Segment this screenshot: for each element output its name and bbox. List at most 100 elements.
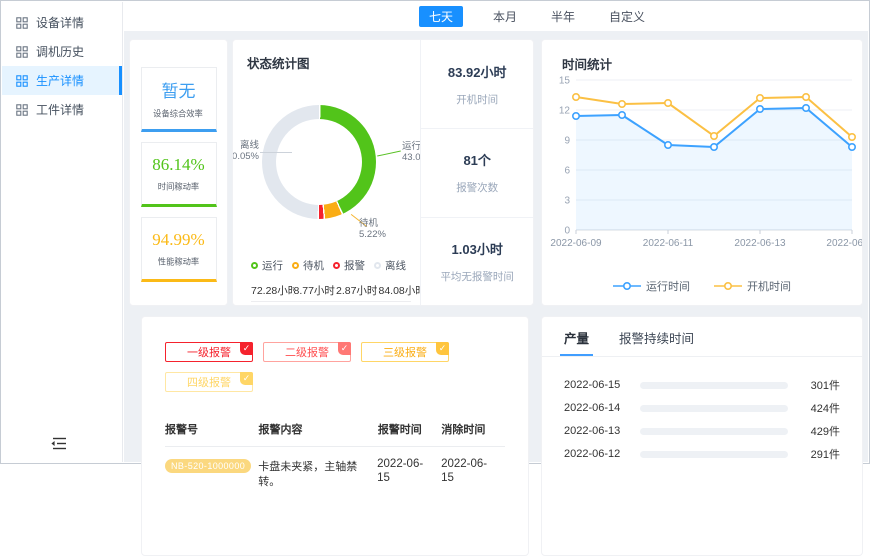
divider: [542, 356, 862, 357]
kpi-label: 时间稼动率: [158, 180, 199, 192]
stat-power-on-time: 83.92小时 开机时间: [421, 40, 533, 128]
callout-line: [377, 151, 401, 157]
grid-icon: [16, 75, 28, 87]
check-icon: ✓: [338, 342, 351, 355]
tab-custom[interactable]: 自定义: [605, 6, 649, 27]
status-donut-chart: 状态统计图 离线 50.05% 运行 43.03% 待机 5.22%: [233, 40, 421, 305]
sidebar-item-label: 工件详情: [36, 101, 84, 118]
legend-item-idle[interactable]: 待机: [292, 258, 333, 273]
time-line-chart: 0 3 6 9 12 15 2022-06-09 2022-06-11 2022-06-13 20…: [544, 74, 862, 274]
kpi-card-time-utilization: 86.14% 时间稼动率: [141, 142, 217, 207]
kpi-card-performance-utilization: 94.99% 性能稼动率: [141, 217, 217, 282]
alarm-level-filters: 一级报警 ✓ 二级报警 ✓ 三级报警 ✓ 四级报警 ✓: [165, 342, 481, 392]
app-frame: 设备详情 调机历史 生产详情 工件详情: [0, 0, 870, 464]
topbar: 七天 本月 半年 自定义: [124, 2, 868, 31]
legend-item-run-time[interactable]: 运行时间: [613, 278, 690, 294]
alarm-content: 卡盘未夹紧，主轴禁转。: [258, 457, 377, 490]
sidebar-item-device-details[interactable]: 设备详情: [2, 8, 122, 37]
filter-level1-alarm[interactable]: 一级报警 ✓: [165, 342, 253, 362]
tab-alarm-duration[interactable]: 报警持续时间: [619, 328, 694, 356]
sidebar-collapse-icon[interactable]: [50, 436, 70, 452]
alarm-table-header: 报警号 报警内容 报警时间 消除时间: [165, 421, 505, 447]
sidebar-item-label: 生产详情: [36, 72, 84, 89]
tab-seven-days[interactable]: 七天: [419, 6, 463, 27]
filter-level3-alarm[interactable]: 三级报警 ✓: [361, 342, 449, 362]
kpi-column: 暂无 设备综合效率 86.14% 时间稼动率 94.99% 性能稼动率: [129, 39, 228, 306]
svg-text:2022-06-13: 2022-06-13: [734, 238, 786, 249]
list-item: 2022-06-12 291件: [564, 447, 840, 461]
kpi-value: 暂无: [162, 77, 196, 102]
legend-item-run[interactable]: 运行: [251, 258, 292, 273]
legend-item-offline[interactable]: 离线: [374, 258, 415, 273]
alarm-time: 2022-06-15: [377, 457, 433, 485]
kpi-card-oee: 暂无 设备综合效率: [141, 67, 217, 132]
check-icon: ✓: [436, 342, 449, 355]
main-content: 暂无 设备综合效率 86.14% 时间稼动率 94.99% 性能稼动率 状态统计…: [124, 31, 868, 462]
kpi-label: 性能稼动率: [158, 255, 199, 267]
svg-text:2022-06-11: 2022-06-11: [643, 238, 694, 249]
sidebar-item-tuning-history[interactable]: 调机历史: [2, 37, 122, 66]
sidebar-item-workpiece-details[interactable]: 工件详情: [2, 95, 122, 124]
alarm-card: 一级报警 ✓ 二级报警 ✓ 三级报警 ✓ 四级报警 ✓ 报警号: [141, 316, 529, 556]
sidebar: 设备详情 调机历史 生产详情 工件详情: [2, 2, 123, 462]
tab-output[interactable]: 产量: [564, 328, 589, 356]
time-statistics-card: 时间统计 036912152022-06-092022-06-112022-06…: [541, 39, 863, 306]
svg-text:2022-06-09: 2022-06-09: [550, 238, 602, 249]
legend-ring-icon: [333, 262, 340, 269]
check-icon: ✓: [240, 342, 253, 355]
progress-track: [640, 428, 788, 435]
progress-track: [640, 451, 788, 458]
grid-icon: [16, 17, 28, 29]
svg-text:6: 6: [564, 166, 570, 177]
tab-half-year[interactable]: 半年: [547, 6, 579, 27]
progress-track: [640, 382, 788, 389]
legend-ring-icon: [374, 262, 381, 269]
legend-item-alarm[interactable]: 报警: [333, 258, 374, 273]
legend-ring-icon: [292, 262, 299, 269]
legend-item-power-time[interactable]: 开机时间: [714, 278, 791, 294]
legend-line-marker-icon: [714, 281, 742, 291]
status-statistics-card: 状态统计图 离线 50.05% 运行 43.03% 待机 5.22%: [232, 39, 534, 306]
stat-alarm-count: 81个 报警次数: [421, 128, 533, 216]
production-card: 产量 报警持续时间 2022-06-15 301件 2022-06-14 424…: [541, 316, 863, 556]
grid-icon: [16, 104, 28, 116]
callout-run: 运行 43.03%: [402, 141, 421, 163]
check-icon: ✓: [240, 372, 253, 385]
production-bar-list: 2022-06-15 301件 2022-06-14 424件 2022-06-…: [542, 378, 862, 461]
callout-line: [260, 152, 292, 153]
svg-text:3: 3: [564, 196, 570, 207]
legend-line-marker-icon: [613, 281, 641, 291]
stats-column: 83.92小时 开机时间 81个 报警次数 1.03小时 平均无报警时间: [421, 40, 533, 305]
filter-level2-alarm[interactable]: 二级报警 ✓: [263, 342, 351, 362]
sidebar-item-label: 设备详情: [36, 14, 84, 31]
callout-offline: 离线 50.05%: [233, 140, 259, 162]
svg-text:2022-06-15: 2022-06-15: [826, 238, 862, 249]
list-item: 2022-06-13 429件: [564, 424, 840, 438]
svg-text:9: 9: [564, 136, 570, 147]
list-item: 2022-06-14 424件: [564, 401, 840, 415]
grid-icon: [16, 46, 28, 58]
divider: [251, 301, 411, 302]
legend-ring-icon: [251, 262, 258, 269]
tab-this-month[interactable]: 本月: [489, 6, 521, 27]
list-item: 2022-06-15 301件: [564, 378, 840, 392]
kpi-label: 设备综合效率: [154, 108, 204, 120]
sidebar-item-production-details[interactable]: 生产详情: [2, 66, 122, 95]
panel-title: 状态统计图: [247, 53, 310, 72]
sidebar-item-label: 调机历史: [36, 43, 84, 60]
svg-text:12: 12: [559, 106, 571, 117]
production-tabs: 产量 报警持续时间: [542, 328, 862, 356]
alarm-table: 报警号 报警内容 报警时间 消除时间 NB-520-1000000 卡盘未夹紧，…: [165, 421, 505, 490]
filter-level4-alarm[interactable]: 四级报警 ✓: [165, 372, 253, 392]
line-chart-legend: 运行时间 开机时间: [542, 278, 862, 294]
stat-avg-no-alarm-time: 1.03小时 平均无报警时间: [421, 217, 533, 305]
svg-text:15: 15: [559, 76, 571, 87]
progress-track: [640, 405, 788, 412]
donut-legend: 运行 待机 报警 离线: [251, 258, 415, 273]
svg-text:0: 0: [564, 226, 570, 237]
table-row: NB-520-1000000 卡盘未夹紧，主轴禁转。 2022-06-15 20…: [165, 457, 505, 490]
kpi-value: 94.99%: [152, 230, 204, 250]
alarm-number-badge: NB-520-1000000: [165, 459, 251, 473]
donut-hole: [276, 119, 362, 205]
donut-hour-values: 72.28小时 8.77小时 2.87小时 84.08小时: [251, 283, 421, 298]
